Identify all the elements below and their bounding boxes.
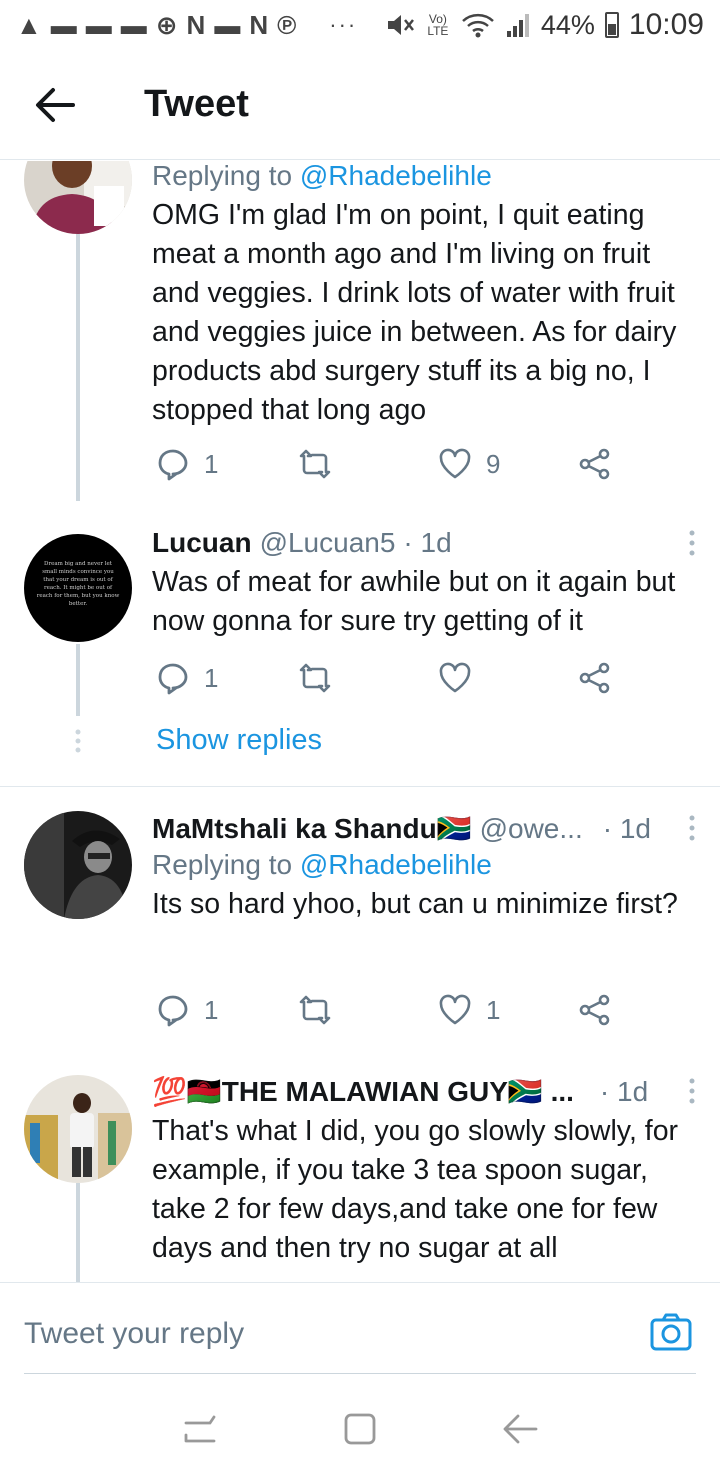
wifi-icon [462,13,494,38]
home-icon [344,1413,376,1444]
page-title: Tweet [144,83,249,125]
reply-tweet[interactable]: 💯🇲🇼THE MALAWIAN GUY🇿🇦 ... · 1d That's wh… [0,1075,720,1282]
mention-link[interactable]: @Rhadebelihle [300,849,492,880]
back-button[interactable] [0,50,110,160]
camera-icon [650,1313,692,1351]
home-button[interactable] [340,1409,380,1454]
display-name[interactable]: 💯🇲🇼THE MALAWIAN GUY🇿🇦 ... [152,1075,574,1108]
status-bar: ▲ ▬ ▬ ▬ ⊕ N ▬ N ℗ ··· Vo) LTE 44% 10:09 [0,0,720,50]
retweet-button[interactable] [298,447,332,481]
thread-line [76,234,80,501]
retweet-button[interactable] [298,993,332,1027]
netflix-icon: N [249,10,269,40]
reply-input[interactable]: Tweet your reply [24,1317,244,1351]
mute-icon [387,15,414,35]
share-button[interactable] [578,661,612,695]
heart-icon [439,994,471,1025]
thread-line [76,644,80,716]
timestamp: · 1d [599,1075,649,1107]
like-button[interactable]: 9 [438,447,500,481]
replying-to: Replying to @Rhadebelihle [152,849,492,880]
reply-tweet[interactable]: Replying to @Rhadebelihle OMG I'm glad I… [0,161,720,501]
back-nav-icon [503,1414,538,1443]
share-icon [579,994,610,1026]
volte-icon: Vo) LTE [427,12,449,38]
back-nav-button[interactable] [500,1409,540,1454]
signal-icon [506,14,529,37]
tweet-text: Was of meat for awhile but on it again b… [152,566,676,637]
top-app-bar: Tweet [0,50,720,160]
like-button[interactable]: 1 [438,993,500,1027]
timestamp: · 1d [602,812,651,844]
replying-to: Replying to @Rhadebelihle [152,161,492,191]
reply-count: 1 [204,448,219,479]
display-name[interactable]: MaMtshali ka Shandu🇿🇦 [152,812,472,845]
timestamp: · 1d [403,527,452,558]
retweet-icon [299,449,331,479]
battery-icon [604,12,619,38]
reply-icon [158,449,188,481]
system-navigation-bar [0,1382,720,1480]
notification-icons: ▲ ▬ ▬ ▬ ⊕ N ▬ N ℗ ··· [16,12,357,38]
thread-dots [74,729,82,753]
like-button[interactable] [438,661,472,695]
retweet-icon [299,995,331,1025]
share-icon [579,662,610,694]
heart-icon [439,448,471,479]
retweet-button[interactable] [298,661,332,695]
facebook-icon: ⊕ [155,10,178,40]
pinterest-icon: ℗ [277,10,297,40]
share-icon [579,448,610,480]
share-button[interactable] [578,447,612,481]
recent-apps-icon [184,1415,216,1442]
camera-button[interactable] [650,1311,692,1353]
message-icon: ▬ [50,10,77,40]
reply-button[interactable]: 1 [156,447,218,481]
reply-button[interactable]: 1 [156,661,218,695]
reply-tweet[interactable]: MaMtshali ka Shandu🇿🇦 @owe... · 1d Reply… [0,812,720,972]
like-count: 1 [486,994,501,1025]
reply-icon [158,663,188,695]
battery-percent: 44% [540,9,595,40]
reply-icon [158,995,188,1027]
author-row: Lucuan @Lucuan5 · 1d [152,527,696,559]
reply-button[interactable]: 1 [156,993,218,1027]
tweet-thread[interactable]: Replying to @Rhadebelihle OMG I'm glad I… [0,161,720,1282]
input-underline [24,1373,696,1374]
show-replies-link[interactable]: Show replies [156,724,322,757]
youtube-icon: ▬ [214,10,241,40]
avatar[interactable] [24,161,132,234]
reply-count: 1 [204,994,219,1025]
clock: 10:09 [628,8,704,41]
author-row: 💯🇲🇼THE MALAWIAN GUY🇿🇦 ... · 1d [152,1075,696,1108]
like-count: 9 [486,448,501,479]
message-icon: ▬ [85,10,112,40]
more-options-icon[interactable] [688,1077,696,1110]
more-options-icon[interactable] [688,814,696,847]
recent-apps-button[interactable] [180,1409,220,1454]
message-icon: ▬ [120,10,147,40]
reply-tweet[interactable]: Lucuan @Lucuan5 · 1d Was of meat for awh… [0,527,720,647]
username[interactable]: @owe... [480,813,583,845]
share-button[interactable] [578,993,612,1027]
author-row: MaMtshali ka Shandu🇿🇦 @owe... · 1d [152,812,696,845]
netflix-icon: N [186,10,206,40]
more-options-icon[interactable] [688,529,696,562]
reply-count: 1 [204,662,219,693]
tweet-text: That's what I did, you go slowly slowly,… [152,1115,679,1264]
retweet-icon [299,663,331,693]
back-arrow-icon [36,87,75,122]
divider [0,786,720,787]
tweet-text: Its so hard yhoo, but can u minimize fir… [152,888,678,920]
mention-link[interactable]: @Rhadebelihle [300,161,492,191]
heart-icon [439,662,471,693]
display-name[interactable]: Lucuan [152,527,252,559]
username[interactable]: @Lucuan5 [260,527,396,559]
warning-icon: ▲ [16,10,42,40]
reply-composer-bar: Tweet your reply [0,1282,720,1382]
tweet-text: OMG I'm glad I'm on point, I quit eating… [152,199,677,426]
more-notifications-icon: ··· [329,12,358,37]
